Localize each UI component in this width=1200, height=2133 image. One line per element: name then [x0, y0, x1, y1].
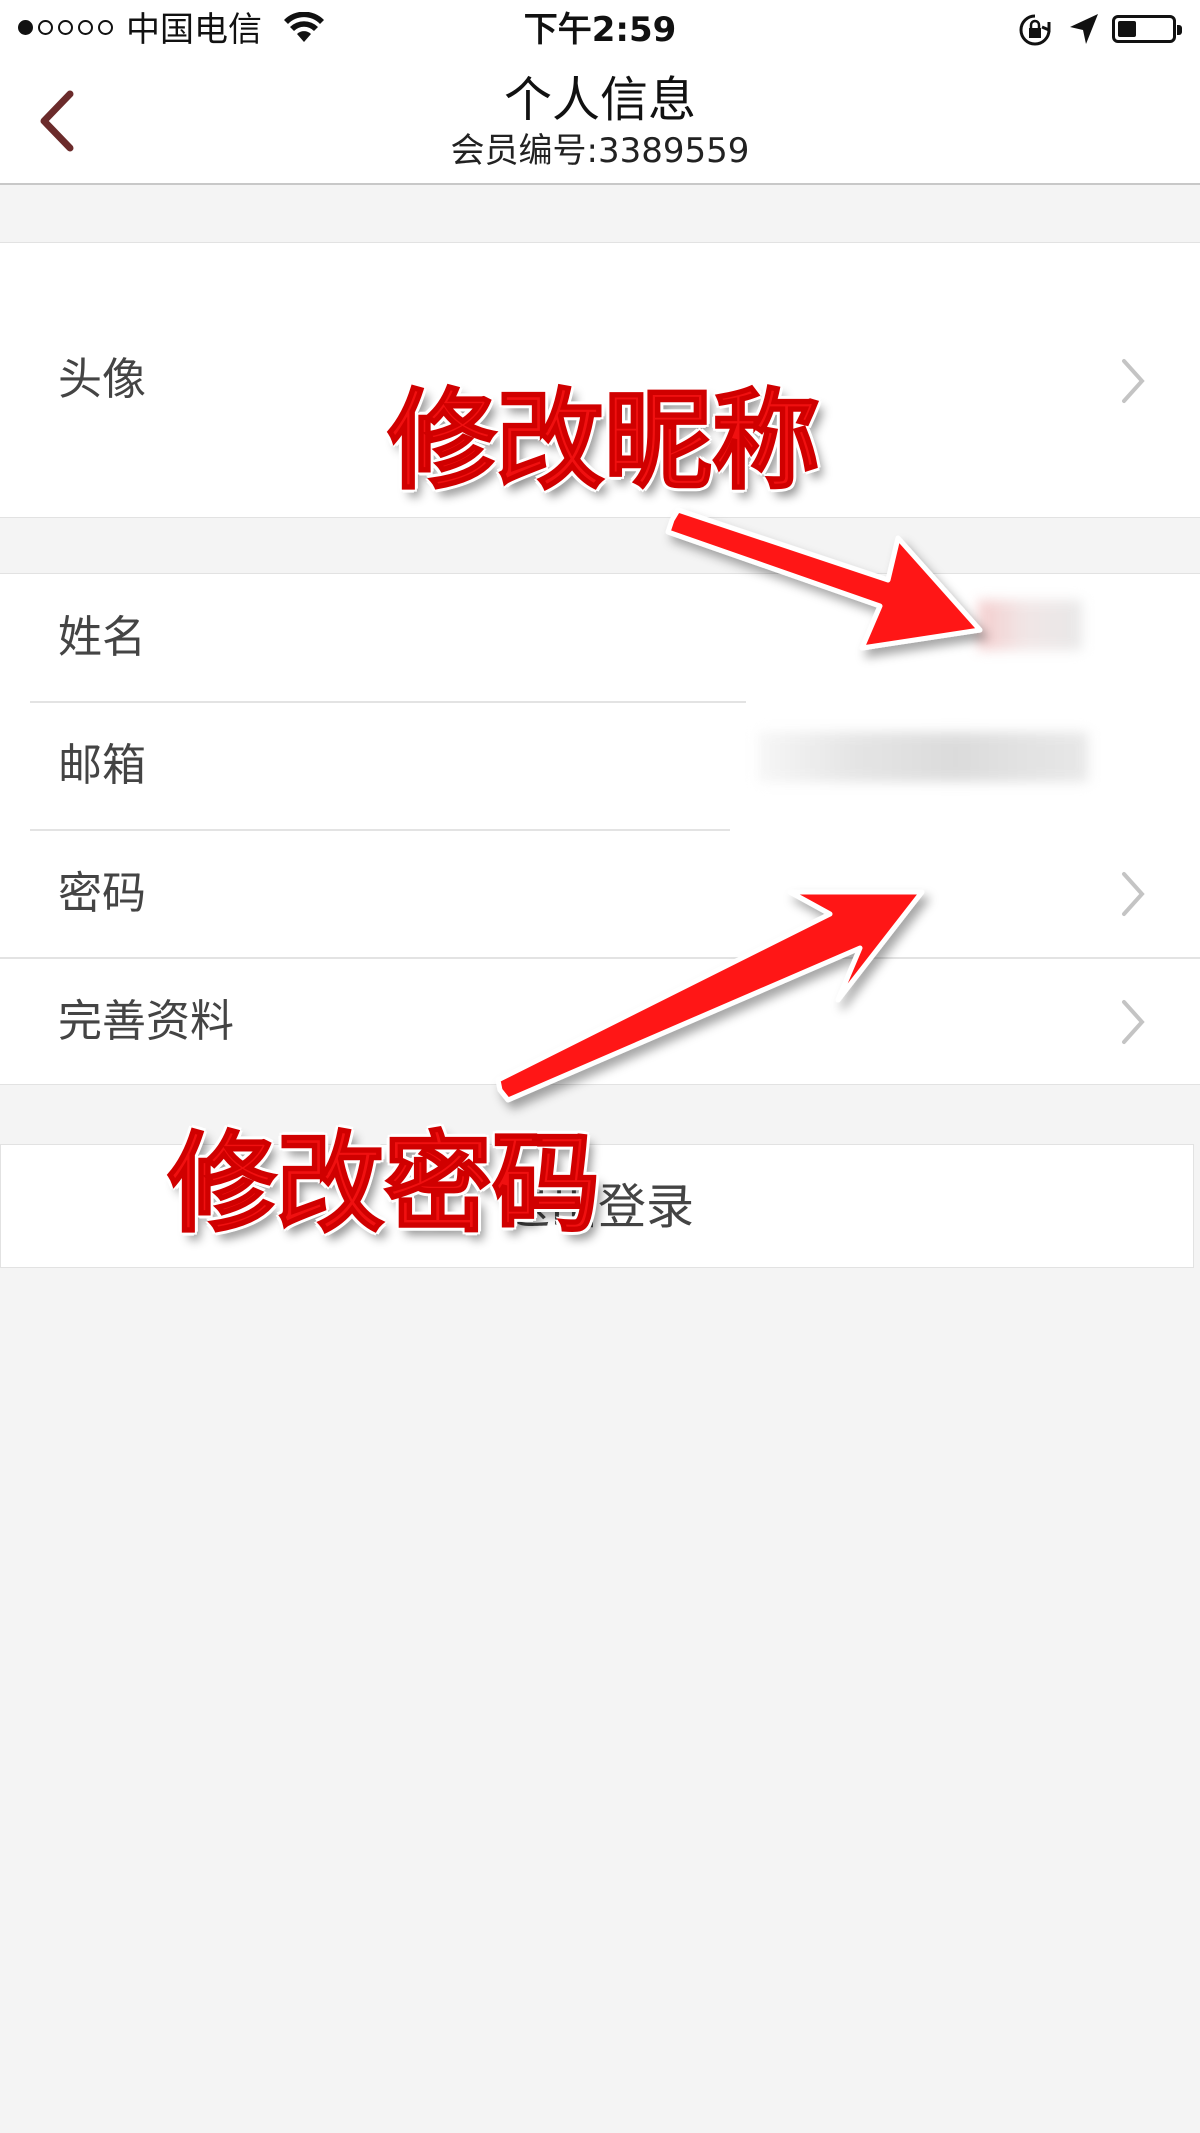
- email-label: 邮箱: [58, 740, 146, 791]
- avatar-label: 头像: [58, 354, 146, 405]
- complete-profile-row[interactable]: 完善资料: [0, 958, 1200, 1085]
- chevron-right-icon: [1122, 872, 1145, 916]
- name-label: 姓名: [58, 612, 146, 663]
- orientation-lock-icon: [1019, 14, 1051, 46]
- name-row[interactable]: 姓名: [0, 574, 1200, 702]
- member-id: 会员编号:3389559: [450, 131, 750, 171]
- complete-profile-label: 完善资料: [58, 996, 234, 1047]
- blurred-email-value: [758, 732, 1088, 782]
- annotation-edit-password: 修改密码: [167, 1121, 601, 1248]
- info-group: 姓名 邮箱 密码 完善资料: [0, 573, 1200, 1085]
- page-title: 个人信息: [503, 72, 696, 128]
- status-bar: 中国电信 下午2:59: [0, 0, 1200, 58]
- battery-icon: [1112, 15, 1182, 43]
- location-arrow-icon: [1070, 14, 1098, 44]
- chevron-right-icon: [1122, 359, 1145, 403]
- battery-level: [1118, 21, 1136, 37]
- nav-bar: 个人信息 会员编号:3389559: [0, 58, 1200, 185]
- email-row[interactable]: 邮箱: [0, 702, 1200, 829]
- annotation-edit-nickname: 修改昵称: [387, 379, 821, 504]
- password-row[interactable]: 密码: [0, 830, 1200, 958]
- chevron-right-icon: [1122, 1000, 1145, 1044]
- blurred-name-value: [978, 600, 1082, 650]
- password-label: 密码: [58, 868, 146, 919]
